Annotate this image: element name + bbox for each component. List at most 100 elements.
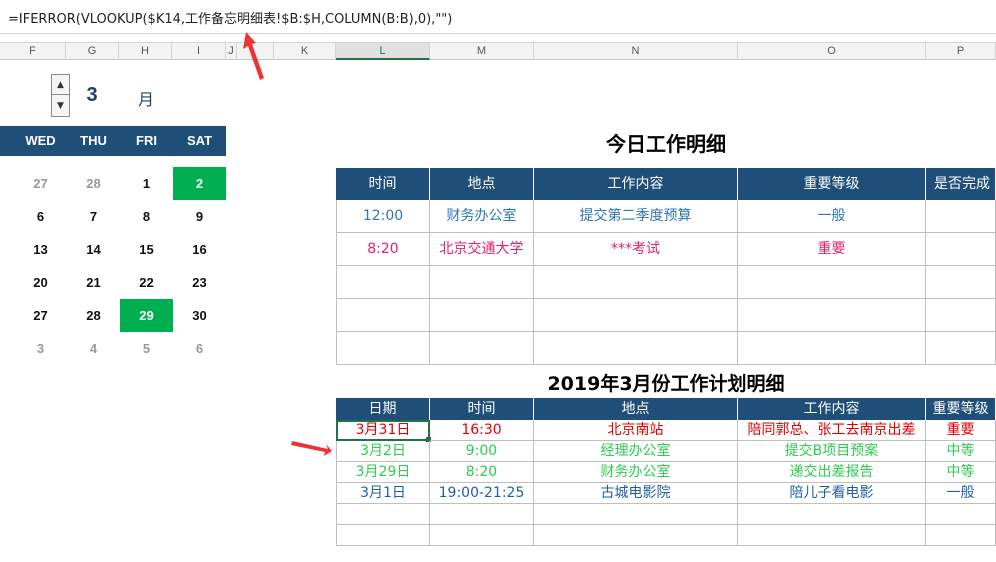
formula-bar[interactable]: =IFERROR(VLOOKUP($K14,工作备忘明细表!$B:$H,COLU…	[0, 0, 996, 34]
month-table-cell[interactable]	[738, 504, 926, 525]
calendar-day[interactable]: 3	[14, 332, 67, 365]
month-table-cell[interactable]	[926, 504, 996, 525]
month-table-cell[interactable]	[430, 504, 534, 525]
spin-up-icon[interactable]: ▲	[52, 75, 69, 95]
month-table-cell[interactable]: 递交出差报告	[738, 462, 926, 483]
month-table-cell[interactable]: 北京南站	[534, 420, 738, 441]
today-table-header-cell: 是否完成	[926, 168, 996, 200]
column-header-h[interactable]: H	[119, 43, 172, 60]
calendar-day[interactable]: 6	[14, 200, 67, 233]
month-table-cell[interactable]: 3月1日	[336, 483, 430, 504]
today-table-header-cell: 工作内容	[534, 168, 738, 200]
month-table-cell[interactable]	[430, 525, 534, 546]
today-table-header-cell: 重要等级	[738, 168, 926, 200]
month-table-cell[interactable]: 3月2日	[336, 441, 430, 462]
month-table-cell[interactable]	[926, 525, 996, 546]
month-table-cell[interactable]: 中等	[926, 462, 996, 483]
calendar-day[interactable]: 13	[14, 233, 67, 266]
today-table-cell[interactable]	[926, 233, 996, 266]
today-table-cell[interactable]: 12:00	[336, 200, 430, 233]
month-table-cell[interactable]	[534, 504, 738, 525]
today-table-cell[interactable]	[336, 266, 430, 299]
calendar-day[interactable]: 27	[14, 167, 67, 200]
today-table-cell[interactable]	[738, 332, 926, 365]
month-table-cell[interactable]	[336, 504, 430, 525]
calendar-day[interactable]: 15	[120, 233, 173, 266]
month-table-cell[interactable]: 提交B项目预案	[738, 441, 926, 462]
today-table-cell[interactable]	[926, 299, 996, 332]
month-table-cell[interactable]: 8:20	[430, 462, 534, 483]
today-table-cell[interactable]	[926, 200, 996, 233]
today-table-cell[interactable]: 北京交通大学	[430, 233, 534, 266]
calendar-day[interactable]: 4	[67, 332, 120, 365]
month-table-cell[interactable]: 3月29日	[336, 462, 430, 483]
formula-text[interactable]: =IFERROR(VLOOKUP($K14,工作备忘明细表!$B:$H,COLU…	[8, 8, 452, 27]
today-table-cell[interactable]	[926, 266, 996, 299]
calendar-day[interactable]: 7	[67, 200, 120, 233]
today-table-cell[interactable]	[534, 299, 738, 332]
month-table-cell[interactable]: 陪儿子看电影	[738, 483, 926, 504]
today-table-cell[interactable]: 8:20	[336, 233, 430, 266]
calendar-day[interactable]: 30	[173, 299, 226, 332]
today-table-cell[interactable]	[430, 266, 534, 299]
calendar-day[interactable]: 8	[120, 200, 173, 233]
column-header-row: FGHIJKLMNOP	[0, 42, 996, 60]
calendar-day[interactable]: 14	[67, 233, 120, 266]
month-table-cell[interactable]	[336, 525, 430, 546]
calendar-day[interactable]: 29	[120, 299, 173, 332]
today-table-cell[interactable]	[534, 332, 738, 365]
today-table-cell[interactable]: ***考试	[534, 233, 738, 266]
today-table-cell[interactable]	[336, 299, 430, 332]
month-table-cell[interactable]: 9:00	[430, 441, 534, 462]
today-table-cell[interactable]: 一般	[738, 200, 926, 233]
column-header-m[interactable]: M	[430, 43, 534, 60]
calendar-day[interactable]: 20	[14, 266, 67, 299]
month-table-cell[interactable]: 经理办公室	[534, 441, 738, 462]
calendar-day[interactable]: 22	[120, 266, 173, 299]
column-header-l[interactable]: L	[336, 43, 430, 60]
month-table-header-cell: 地点	[534, 398, 738, 420]
column-header-f[interactable]: F	[0, 43, 66, 60]
month-table-cell[interactable]: 19:00-21:25	[430, 483, 534, 504]
calendar-day[interactable]: 16	[173, 233, 226, 266]
today-table-cell[interactable]	[738, 299, 926, 332]
spin-down-icon[interactable]: ▼	[52, 96, 69, 116]
column-header-k[interactable]: K	[274, 43, 336, 60]
month-table-cell[interactable]: 陪同郭总、张工去南京出差	[738, 420, 926, 441]
column-header-i[interactable]: I	[172, 43, 226, 60]
calendar-day[interactable]: 28	[67, 167, 120, 200]
column-header-o[interactable]: O	[738, 43, 926, 60]
today-table-cell[interactable]	[430, 332, 534, 365]
today-table-cell[interactable]	[926, 332, 996, 365]
month-table-cell[interactable]: 古城电影院	[534, 483, 738, 504]
today-table-cell[interactable]	[336, 332, 430, 365]
column-header-n[interactable]: N	[534, 43, 738, 60]
today-table-cell[interactable]	[534, 266, 738, 299]
calendar-day[interactable]: 9	[173, 200, 226, 233]
column-header-p[interactable]: P	[926, 43, 996, 60]
month-table-header-cell: 时间	[430, 398, 534, 420]
month-table-cell[interactable]: 财务办公室	[534, 462, 738, 483]
month-table-cell[interactable]: 中等	[926, 441, 996, 462]
calendar-day[interactable]: 27	[14, 299, 67, 332]
month-table-cell[interactable]	[534, 525, 738, 546]
month-table-cell[interactable]: 重要	[926, 420, 996, 441]
calendar-day[interactable]: 2	[173, 167, 226, 200]
month-table-cell[interactable]: 3月31日	[336, 420, 430, 441]
month-table-cell[interactable]: 16:30	[430, 420, 534, 441]
calendar-day[interactable]: 28	[67, 299, 120, 332]
month-spinner[interactable]: ▲ ▼	[51, 74, 70, 117]
column-header-g[interactable]: G	[66, 43, 119, 60]
today-table-cell[interactable]: 提交第二季度预算	[534, 200, 738, 233]
calendar-day[interactable]: 23	[173, 266, 226, 299]
calendar-day[interactable]: 6	[173, 332, 226, 365]
today-table-cell[interactable]: 财务办公室	[430, 200, 534, 233]
calendar-day[interactable]: 1	[120, 167, 173, 200]
month-table-cell[interactable]	[738, 525, 926, 546]
today-table-cell[interactable]: 重要	[738, 233, 926, 266]
month-table-cell[interactable]: 一般	[926, 483, 996, 504]
today-table-cell[interactable]	[738, 266, 926, 299]
calendar-day[interactable]: 5	[120, 332, 173, 365]
today-table-cell[interactable]	[430, 299, 534, 332]
calendar-day[interactable]: 21	[67, 266, 120, 299]
